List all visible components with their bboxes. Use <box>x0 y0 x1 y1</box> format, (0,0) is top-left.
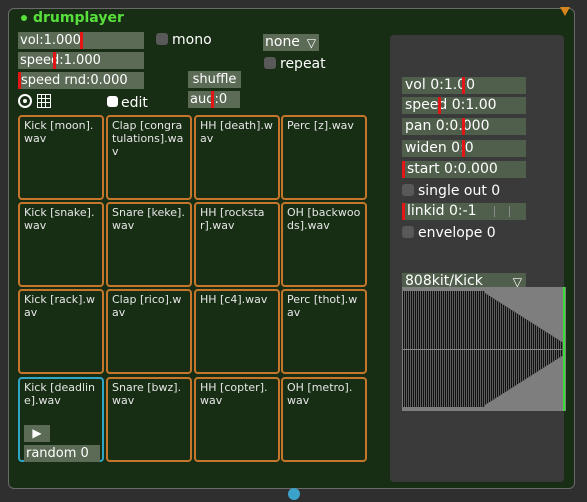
pad-label: Kick [rack].wav <box>24 293 95 319</box>
panel-linkid-slider[interactable]: linkid 0:-1 <box>402 203 526 220</box>
shuffle-button[interactable]: shuffle <box>188 71 241 88</box>
sample-panel: vol 0:1.00 speed 0:1.00 pan 0:0.000 wide… <box>390 35 566 482</box>
panel-start-slider[interactable]: start 0:0.000 <box>402 161 526 178</box>
pad-2[interactable]: Clap [congratulations].wav <box>106 115 192 200</box>
single-out-checkbox[interactable] <box>402 184 414 196</box>
random-slider[interactable]: random 0 <box>24 445 100 462</box>
playhead-marker <box>563 287 565 411</box>
waveform-center-line <box>402 349 562 350</box>
slider-marker <box>462 77 465 94</box>
enable-led-icon[interactable] <box>21 15 27 21</box>
pad-label: HH [copter].wav <box>200 381 268 407</box>
repeat-checkbox[interactable] <box>264 57 276 69</box>
envelope-checkbox[interactable] <box>402 226 414 238</box>
panel-speed-slider[interactable]: speed 0:1.00 <box>402 97 526 114</box>
pad-9[interactable]: Kick [rack].wav <box>18 289 104 374</box>
window-title: drumplayer <box>33 10 124 26</box>
title-bar[interactable]: drumplayer <box>9 7 574 29</box>
pad-label: Snare [keke].wav <box>112 206 185 232</box>
vol-slider[interactable]: vol:1.000 <box>18 32 144 49</box>
pad-13[interactable]: Kick [deadline].wav ▶ random 0 <box>18 377 104 462</box>
slider-marker <box>80 32 83 49</box>
slider-marker <box>462 140 465 157</box>
dropdown-arrow-icon: ▽ <box>306 36 316 50</box>
pad-label: Kick [deadline].wav <box>24 381 96 407</box>
edit-checkbox[interactable] <box>107 96 118 107</box>
pad-7[interactable]: HH [rockstar].wav <box>194 202 280 287</box>
pad-12[interactable]: Perc [thot].wav <box>281 289 367 374</box>
slider-marker <box>211 91 214 108</box>
panel-pan-slider[interactable]: pan 0:0.000 <box>402 118 526 135</box>
pad-10[interactable]: Clap [rico].wav <box>106 289 192 374</box>
pad-16[interactable]: OH [metro].wav <box>281 377 367 462</box>
aud-slider[interactable]: aud:0 <box>188 91 240 108</box>
play-button[interactable]: ▶ <box>24 425 50 442</box>
pad-label: Clap [rico].wav <box>112 293 182 319</box>
pad-label: HH [death].wav <box>200 119 273 145</box>
slider-marker <box>53 52 56 69</box>
slider-marker <box>462 118 465 135</box>
pad-15[interactable]: HH [copter].wav <box>194 377 280 462</box>
drumplayer-window: drumplayer vol:1.000 speed:1.000 speed r… <box>8 7 575 489</box>
pad-label: Kick [snake].wav <box>24 206 95 232</box>
pad-label: OH [metro].wav <box>287 381 353 407</box>
slider-marker <box>438 97 441 114</box>
output-connector-icon[interactable] <box>288 488 300 500</box>
grid-icon[interactable] <box>37 94 51 108</box>
pad-label: Clap [congratulations].wav <box>112 119 184 158</box>
pad-label: HH [rockstar].wav <box>200 206 265 232</box>
panel-widen-slider[interactable]: widen 0:0 <box>402 140 526 157</box>
panel-vol-slider[interactable]: vol 0:1.00 <box>402 77 526 94</box>
pad-8[interactable]: OH [backwoods].wav <box>281 202 367 287</box>
pad-label: HH [c4].wav <box>200 293 268 306</box>
envelope-label: envelope 0 <box>418 225 496 241</box>
waveform-svg <box>402 287 565 411</box>
pad-1[interactable]: Kick [moon].wav <box>18 115 104 200</box>
pad-3[interactable]: HH [death].wav <box>194 115 280 200</box>
pad-label: Kick [moon].wav <box>24 119 94 145</box>
repeat-label: repeat <box>280 56 326 72</box>
single-out-label: single out 0 <box>418 183 501 199</box>
collapse-icon[interactable] <box>560 7 570 16</box>
none-dropdown[interactable]: none ▽ <box>263 34 319 51</box>
speed-rnd-slider[interactable]: speed rnd:0.000 <box>18 72 144 89</box>
pad-5[interactable]: Kick [snake].wav <box>18 202 104 287</box>
pad-11[interactable]: HH [c4].wav <box>194 289 280 374</box>
pad-label: Perc [z].wav <box>287 119 354 132</box>
pad-6[interactable]: Snare [keke].wav <box>106 202 192 287</box>
pad-label: Perc [thot].wav <box>287 293 358 319</box>
pad-label: OH [backwoods].wav <box>287 206 361 232</box>
speed-slider[interactable]: speed:1.000 <box>18 52 144 69</box>
radio-icon[interactable] <box>18 94 32 108</box>
mono-checkbox[interactable] <box>156 33 168 45</box>
pad-4[interactable]: Perc [z].wav <box>281 115 367 200</box>
slider-marker <box>402 161 405 178</box>
edit-label: edit <box>121 95 148 111</box>
pad-label: Snare [bwz].wav <box>112 381 182 407</box>
slider-marker <box>402 203 405 220</box>
mono-label: mono <box>172 32 212 48</box>
waveform-display[interactable] <box>402 287 566 411</box>
pad-14[interactable]: Snare [bwz].wav <box>106 377 192 462</box>
